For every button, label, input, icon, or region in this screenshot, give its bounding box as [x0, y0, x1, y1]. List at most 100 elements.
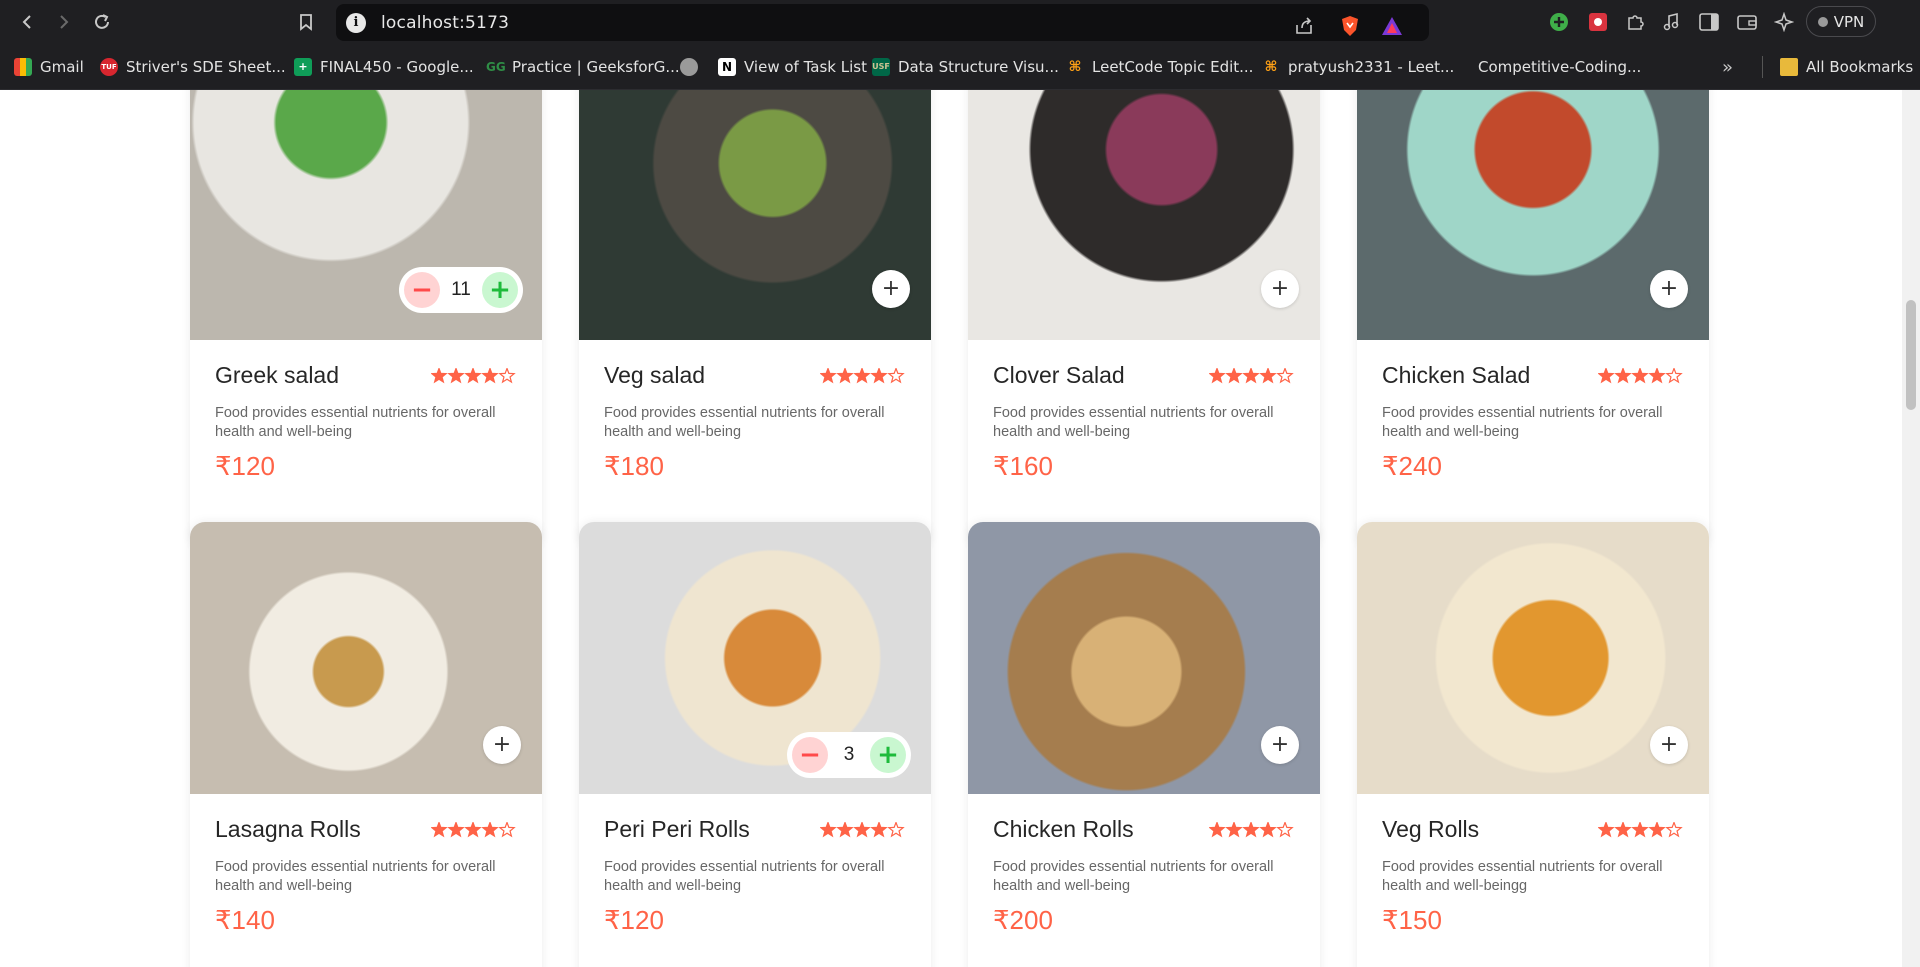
bookmark-label: Data Structure Visu...	[898, 58, 1059, 76]
add-item-button[interactable]: +	[1650, 270, 1688, 308]
food-item-description: Food provides essential nutrients for ov…	[604, 859, 885, 894]
food-item-name: Chicken Rolls	[993, 816, 1134, 842]
food-display-page: −11 + Greek salad Food provides essential n…	[0, 90, 1902, 967]
globe-icon	[680, 58, 698, 76]
add-item-button[interactable]: +	[1650, 726, 1688, 764]
food-item-description: Food provides essential nutrients for ov…	[1382, 859, 1663, 894]
food-item-card: + Veg salad Food provides essential nutrie…	[579, 90, 931, 548]
brave-shield-icon[interactable]	[1339, 15, 1361, 37]
food-item-card: + Veg Rolls Food provides essential nutrie…	[1357, 522, 1709, 967]
food-item-rating	[1209, 822, 1294, 838]
back-icon[interactable]	[15, 10, 39, 34]
leo-ai-icon[interactable]	[1773, 11, 1795, 33]
scrollbar-thumb[interactable]	[1906, 300, 1916, 410]
bookmark-gfg[interactable]: GG Practice | GeeksforG...	[486, 56, 680, 78]
vpn-status-icon	[1817, 16, 1828, 27]
forward-icon[interactable]	[52, 10, 76, 34]
food-item-name: Greek salad	[215, 362, 340, 388]
bookmark-competitive-coding[interactable]: Competitive-Coding...	[1478, 56, 1641, 78]
bookmark-label: Practice | GeeksforG...	[512, 58, 680, 76]
bookmark-leetcode-topic[interactable]: ⌘ LeetCode Topic Edit...	[1066, 56, 1254, 78]
tuf-icon: TUF	[100, 58, 118, 76]
food-item-counter: −11 +	[399, 267, 523, 313]
food-item-rating	[1598, 822, 1683, 838]
food-item-name: Lasagna Rolls	[215, 816, 361, 842]
food-item-quantity: 3	[843, 744, 855, 765]
brave-rewards-icon[interactable]	[1381, 15, 1403, 37]
food-item-name: Veg Rolls	[1382, 816, 1480, 842]
add-item-button[interactable]: +	[483, 726, 521, 764]
food-item-card: + Chicken Rolls Food provides essential nu…	[968, 522, 1320, 967]
food-item-description: Food provides essential nutrients for ov…	[604, 405, 885, 440]
bookmark-final450[interactable]: + FINAL450 - Google...	[294, 56, 474, 78]
gfg-icon: GG	[486, 60, 506, 74]
more-bookmarks-icon[interactable]: »	[1722, 56, 1733, 78]
food-item-description: Food provides essential nutrients for ov…	[215, 859, 496, 894]
leetcode-icon: ⌘	[1068, 59, 1082, 75]
food-item-name: Chicken Salad	[1382, 362, 1531, 388]
extensions-puzzle-icon[interactable]	[1624, 11, 1646, 33]
remove-from-cart-button[interactable]: −	[792, 737, 828, 773]
food-item-price: ₹160	[993, 451, 1053, 481]
bookmarks-divider	[1762, 56, 1763, 78]
bookmark-globe[interactable]	[680, 56, 698, 78]
bookmark-label: Competitive-Coding...	[1478, 58, 1642, 76]
bookmark-page-icon[interactable]	[294, 10, 318, 34]
food-item-price: ₹150	[1382, 905, 1442, 935]
extension-green-icon[interactable]	[1548, 11, 1570, 33]
food-item-description: Food provides essential nutrients for ov…	[1382, 405, 1663, 440]
food-item-description: Food provides essential nutrients for ov…	[215, 405, 496, 440]
food-item-price: ₹120	[604, 905, 664, 935]
notion-icon: N	[718, 58, 736, 76]
all-bookmarks-label: All Bookmarks	[1806, 58, 1914, 76]
wallet-icon[interactable]	[1736, 11, 1758, 33]
food-item-price: ₹140	[215, 905, 275, 935]
food-item-card: + Lasagna Rolls Food provides essential nu…	[190, 522, 542, 967]
add-item-button[interactable]: +	[872, 270, 910, 308]
remove-from-cart-button[interactable]: −	[404, 272, 440, 308]
site-info-icon[interactable]: i	[346, 13, 366, 33]
music-icon[interactable]	[1660, 11, 1682, 33]
food-item-quantity: 11	[451, 279, 471, 300]
folder-icon	[1780, 58, 1798, 76]
food-item-rating	[1209, 368, 1294, 384]
food-item-name: Clover Salad	[993, 362, 1125, 388]
vpn-label: VPN	[1833, 12, 1865, 31]
page-scrollbar[interactable]	[1902, 90, 1920, 967]
share-icon[interactable]	[1293, 15, 1315, 37]
address-bar[interactable]: i localhost:5173	[336, 4, 1429, 41]
food-item-price: ₹180	[604, 451, 664, 481]
browser-toolbar: i localhost:5173 VPN	[0, 0, 1920, 44]
food-item-name: Veg salad	[604, 362, 706, 388]
all-bookmarks-folder[interactable]: All Bookmarks	[1780, 56, 1913, 78]
vpn-button[interactable]: VPN	[1806, 6, 1876, 37]
bookmark-gmail[interactable]: Gmail	[14, 56, 84, 78]
food-item-rating	[431, 368, 516, 384]
food-item-counter: −3 +	[787, 732, 911, 778]
add-item-button[interactable]: +	[1261, 270, 1299, 308]
add-to-cart-button[interactable]: +	[869, 737, 906, 773]
extension-red-icon[interactable]	[1587, 11, 1609, 33]
food-item-rating	[1598, 368, 1683, 384]
food-item-card: −11 + Greek salad Food provides essential n…	[190, 90, 542, 548]
bookmark-label: Gmail	[40, 58, 84, 76]
food-item-card: + Clover Salad Food provides essential nut…	[968, 90, 1320, 548]
bookmark-label: LeetCode Topic Edit...	[1092, 58, 1254, 76]
food-item-price: ₹240	[1382, 451, 1442, 481]
food-item-name: Peri Peri Rolls	[604, 816, 750, 842]
gmail-icon	[14, 58, 32, 76]
sidebar-icon[interactable]	[1698, 11, 1720, 33]
bookmark-task-list[interactable]: N View of Task List	[718, 56, 867, 78]
usf-icon: USF	[872, 58, 890, 76]
food-item-description: Food provides essential nutrients for ov…	[993, 859, 1274, 894]
add-to-cart-button[interactable]: +	[481, 272, 518, 308]
food-item-description: Food provides essential nutrients for ov…	[993, 405, 1274, 440]
bookmark-pratyush[interactable]: ⌘ pratyush2331 - Leet...	[1262, 56, 1455, 78]
bookmark-ds-visualization[interactable]: USF Data Structure Visu...	[872, 56, 1059, 78]
bookmarks-bar: Gmail TUF Striver's SDE Sheet... + FINAL…	[0, 44, 1920, 90]
add-item-button[interactable]: +	[1261, 726, 1299, 764]
bookmark-striver[interactable]: TUF Striver's SDE Sheet...	[100, 56, 286, 78]
food-item-card: −3 + Peri Peri Rolls Food provides essentia…	[579, 522, 931, 967]
reload-icon[interactable]	[90, 10, 114, 34]
food-item-rating	[820, 368, 905, 384]
